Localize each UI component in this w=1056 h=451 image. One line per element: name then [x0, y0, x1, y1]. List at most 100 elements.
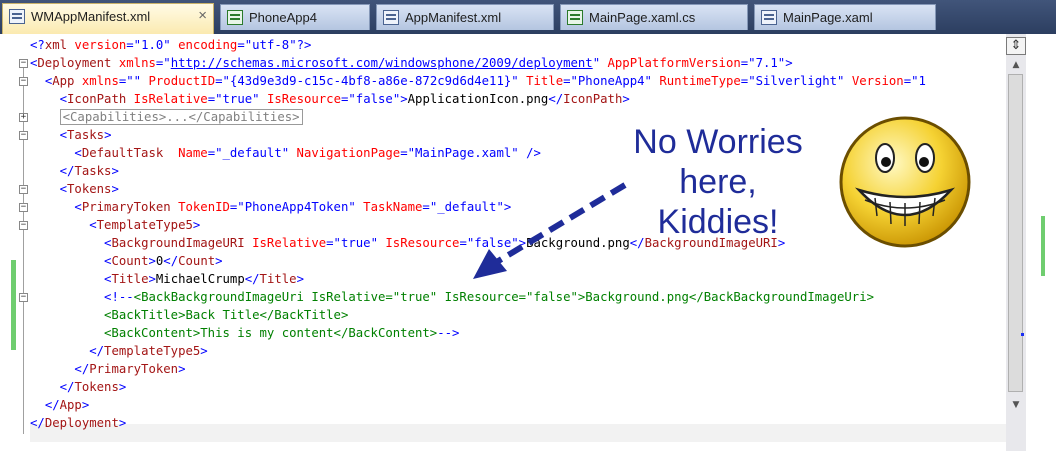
code-token: > [148, 254, 156, 268]
code-token: IsRelative [126, 92, 208, 106]
grinning-smiley-icon [839, 116, 971, 248]
tab-phoneapp4[interactable]: PhoneApp4 [220, 4, 370, 30]
code-token: _default [222, 146, 282, 160]
code-line[interactable]: <Tasks> [30, 126, 112, 144]
tab-wmappmanifest[interactable]: WMAppManifest.xml × [2, 3, 214, 34]
code-token: Version [844, 74, 904, 88]
code-token: > [118, 416, 127, 430]
code-token: Count [111, 254, 149, 268]
code-token: < [59, 182, 68, 196]
code-line[interactable]: </Tokens> [30, 378, 127, 396]
code-token: " [252, 92, 260, 106]
tab-appmanifest[interactable]: AppManifest.xml [376, 4, 554, 30]
code-token: </ [89, 344, 105, 358]
callout-line-1: No Worries [633, 123, 803, 161]
collapse-outline-icon[interactable]: − [19, 77, 28, 86]
code-line[interactable]: <App xmlns="" ProductID="{43d9e3d9-c15c-… [30, 72, 926, 90]
xml-file-icon [383, 10, 399, 25]
editor-split-icon[interactable]: ⇕ [1006, 37, 1026, 55]
code-token: IsRelative [244, 236, 327, 250]
code-token: Name [163, 146, 208, 160]
code-line[interactable]: <TemplateType5> [30, 216, 200, 234]
code-token: IconPath [563, 92, 623, 106]
code-token: "?> [289, 38, 312, 52]
tab-mainpage-xaml-cs[interactable]: MainPage.xaml.cs [560, 4, 748, 30]
code-token: </ [548, 92, 564, 106]
code-token: Tasks [74, 164, 112, 178]
code-token: " [370, 236, 378, 250]
code-line[interactable]: <Tokens> [30, 180, 119, 198]
code-token: MainPage.xaml [415, 146, 512, 160]
code-token: < [74, 200, 82, 214]
code-token: 1.0 [141, 38, 164, 52]
code-token: < [89, 218, 97, 232]
collapse-outline-icon[interactable]: − [19, 221, 28, 230]
code-token: PrimaryToken [89, 362, 179, 376]
code-token: =" [563, 74, 578, 88]
code-line[interactable]: <BackTitle>Back Title</BackTitle> [30, 306, 348, 324]
code-token: =" [237, 38, 253, 52]
code-token: true [222, 92, 253, 106]
code-line[interactable]: <?xml version="1.0" encoding="utf-8"?> [30, 36, 311, 54]
tab-mainpage-xaml[interactable]: MainPage.xaml [754, 4, 936, 30]
code-token: Count [178, 254, 216, 268]
code-line[interactable]: <DefaultTask Name="_default" NavigationP… [30, 144, 540, 162]
close-tab-icon[interactable]: × [198, 7, 207, 24]
code-token: Title [111, 272, 149, 286]
code-token: < [59, 128, 68, 142]
code-token: < [59, 92, 68, 106]
scroll-up-arrow-icon[interactable]: ▲ [1006, 57, 1026, 73]
code-token: IsResource [259, 92, 341, 106]
code-line[interactable]: </Deployment> [30, 414, 126, 432]
code-token: Tokens [74, 380, 119, 394]
tab-label: AppManifest.xml [405, 10, 502, 25]
code-token: > [200, 344, 208, 358]
code-line[interactable]: <Deployment xmlns="http://schemas.micros… [30, 54, 793, 72]
code-line[interactable]: <BackContent>This is my content</BackCon… [30, 324, 459, 342]
code-token: =" [126, 38, 142, 52]
code-token: > [111, 164, 119, 178]
code-token: <BackTitle>Back Title</BackTitle> [30, 308, 349, 322]
code-line[interactable]: <Capabilities>...</Capabilities> [30, 108, 303, 126]
code-line[interactable]: </PrimaryToken> [30, 360, 185, 378]
code-line[interactable]: <Title>MichaelCrump</Title> [30, 270, 304, 288]
code-line[interactable]: <!--<BackBackgroundImageUri IsRelative="… [30, 288, 874, 306]
scrollbar-thumb[interactable] [1008, 74, 1023, 392]
code-line[interactable]: <PrimaryToken TokenID="PhoneApp4Token" T… [30, 198, 511, 216]
code-token: App [52, 74, 75, 88]
scroll-down-arrow-icon[interactable]: ▼ [1006, 397, 1026, 413]
code-token: =" [155, 56, 171, 70]
code-line[interactable]: </App> [30, 396, 89, 414]
code-token: =" [422, 200, 438, 214]
callout-line-3: Kiddies! [657, 203, 779, 241]
code-line[interactable]: </Tasks> [30, 162, 119, 180]
code-line[interactable]: <IconPath IsRelative="true" IsResource="… [30, 90, 630, 108]
collapse-outline-icon[interactable]: − [19, 293, 28, 302]
code-token: =" [326, 236, 341, 250]
code-token: =" [229, 200, 245, 214]
xml-file-icon [9, 9, 25, 24]
code-line[interactable]: <Count>0</Count> [30, 252, 223, 270]
collapse-outline-icon[interactable]: − [19, 131, 28, 140]
expand-outline-icon[interactable]: + [19, 113, 28, 122]
collapsed-region[interactable]: <Capabilities>...</Capabilities> [59, 109, 303, 125]
code-token: > [104, 128, 112, 142]
code-token: TemplateType5 [104, 344, 201, 358]
collapse-outline-icon[interactable]: − [19, 203, 28, 212]
code-line[interactable]: </TemplateType5> [30, 342, 208, 360]
code-token: PrimaryToken [81, 200, 171, 214]
code-token: xmlns [111, 56, 156, 70]
code-token: </ [59, 380, 75, 394]
code-token: BackgroundImageURI [111, 236, 245, 250]
collapse-outline-icon[interactable]: − [19, 59, 28, 68]
collapse-outline-icon[interactable]: − [19, 185, 28, 194]
